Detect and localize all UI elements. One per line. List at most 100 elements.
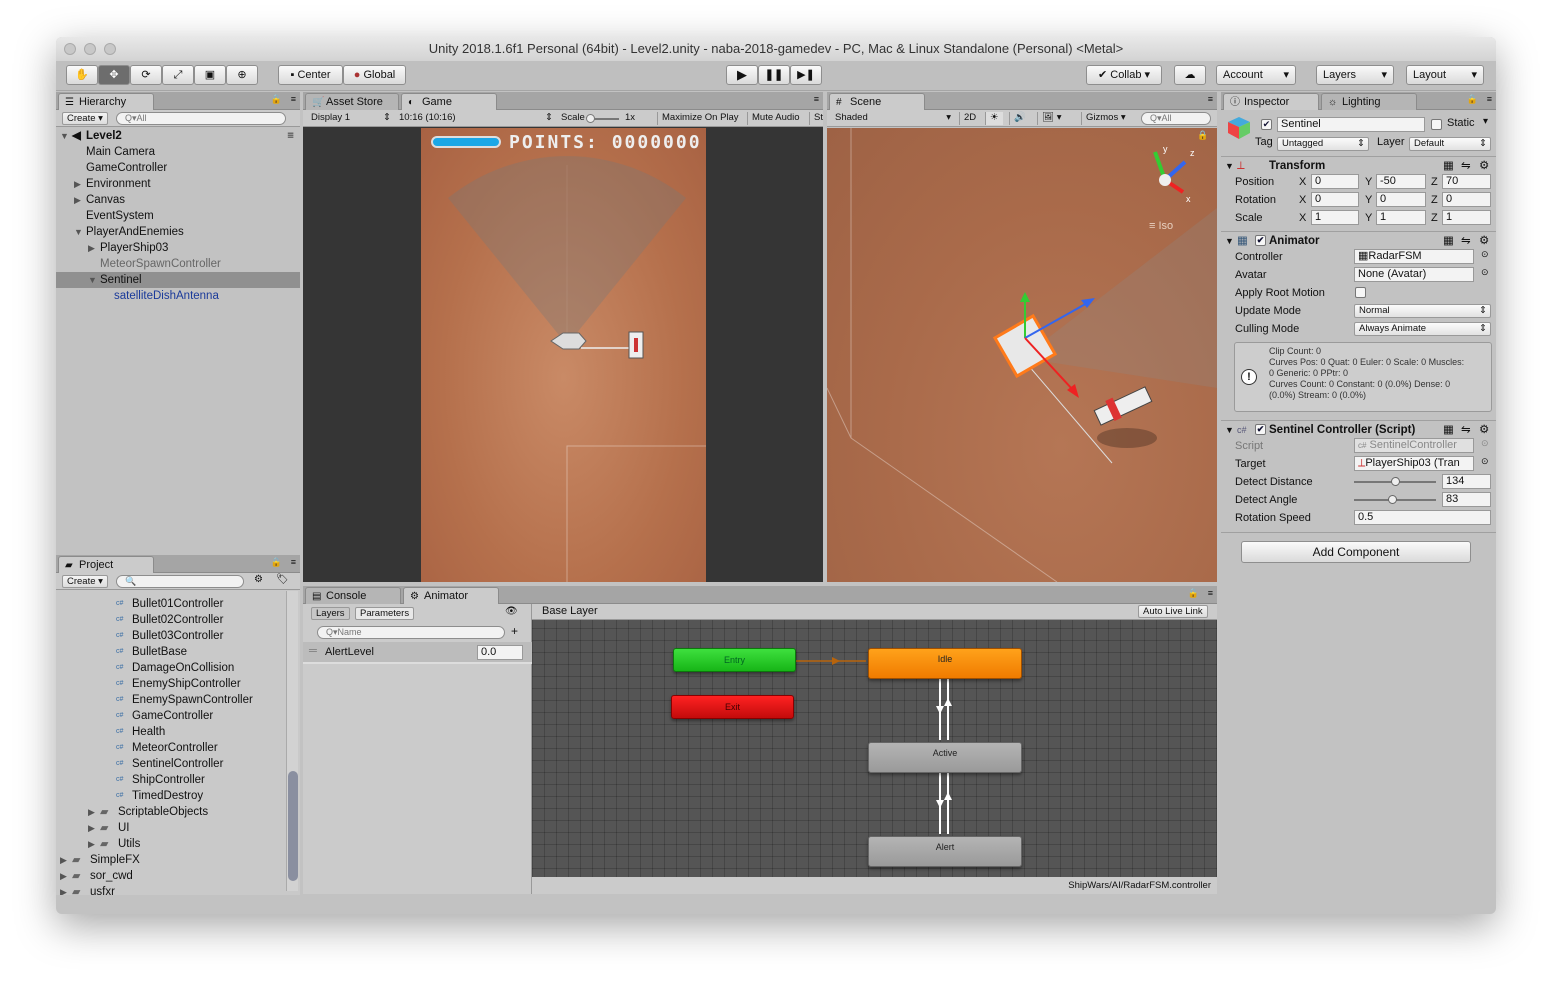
rotate-tool-button[interactable]: ⟳ [130, 65, 162, 85]
panel-menu-icon[interactable]: ≡ [1487, 94, 1492, 104]
list-item[interactable]: ▶ Environment [74, 176, 151, 192]
maximize-on-play-toggle[interactable]: Maximize On Play [657, 112, 743, 125]
list-item[interactable]: MeteorSpawnController [100, 256, 221, 272]
list-item[interactable]: c# Bullet02Controller [116, 612, 223, 628]
scene-search-input[interactable]: Q▾All [1141, 112, 1211, 125]
tab-game[interactable]: ◐ Game [401, 93, 497, 110]
list-item[interactable]: c# SentinelController [116, 756, 223, 772]
collab-dropdown[interactable]: ✔ Collab ▾ [1086, 65, 1162, 85]
tab-console[interactable]: ▤ Console [305, 587, 401, 604]
scale-tool-button[interactable]: ⤢ [162, 65, 194, 85]
list-item[interactable]: ▶ PlayerShip03 [88, 240, 168, 256]
list-item[interactable]: c# ShipController [116, 772, 205, 788]
list-item[interactable]: c# EnemySpawnController [116, 692, 253, 708]
rotation-y-field[interactable]: 0 [1376, 192, 1426, 207]
object-picker-icon[interactable]: ⊙ [1481, 267, 1489, 278]
scene-gizmo-center[interactable] [1159, 174, 1171, 186]
tab-layers[interactable]: Layers [311, 607, 350, 620]
list-item[interactable]: c# MeteorController [116, 740, 218, 756]
position-x-field[interactable]: 0 [1311, 174, 1359, 189]
list-item[interactable]: c# TimedDestroy [116, 788, 203, 804]
animator-graph[interactable]: Base Layer Auto Live Link Entry Exit Idl… [532, 604, 1217, 894]
parameter-row[interactable]: ═ AlertLevel 0.0 [303, 642, 532, 664]
filter-type-icon[interactable]: ⚙ [254, 574, 263, 585]
triangle-down-icon[interactable]: ▼ [88, 272, 97, 288]
help-icon[interactable]: ▦ [1443, 421, 1454, 439]
transform-tool-button[interactable]: ⊕ [226, 65, 258, 85]
list-item[interactable]: Main Camera [86, 144, 155, 160]
gear-icon[interactable]: ⚙ [1479, 157, 1489, 175]
list-item[interactable]: ▶ ▰ ScriptableObjects [88, 804, 208, 820]
triangle-right-icon[interactable]: ▶ [60, 868, 67, 884]
list-item[interactable]: ▶ ▰ Utils [88, 836, 140, 852]
static-checkbox[interactable] [1431, 119, 1442, 130]
triangle-down-icon[interactable]: ▼ [60, 128, 69, 144]
rect-tool-button[interactable]: ▣ [194, 65, 226, 85]
resolution-dropdown[interactable]: 10:16 (10:16) ⇕ [395, 112, 553, 125]
sentinel-controller-header[interactable]: ▼ c# ✔ Sentinel Controller (Script) ▦ ⇋ … [1221, 420, 1496, 438]
triangle-right-icon[interactable]: ▶ [88, 836, 95, 852]
list-item-selected[interactable]: ▼ Sentinel [56, 272, 300, 288]
tab-parameters[interactable]: Parameters [355, 607, 415, 620]
list-item[interactable]: ▶ ▰ usfxr [60, 884, 115, 895]
triangle-down-icon[interactable]: ▼ [1225, 421, 1234, 439]
object-picker-icon[interactable]: ⊙ [1481, 456, 1489, 467]
drag-handle-icon[interactable]: ═ [309, 645, 317, 657]
gear-icon[interactable]: ⚙ [1479, 232, 1489, 250]
scene-menu-icon[interactable]: ≡ [287, 128, 294, 144]
filter-label-icon[interactable]: 🏷 [276, 574, 289, 585]
project-scrollbar[interactable] [286, 591, 298, 891]
layers-dropdown[interactable]: Layers ▾ [1316, 65, 1394, 85]
eye-icon[interactable]: 👁 [505, 606, 518, 617]
move-tool-button[interactable]: ✥ [98, 65, 130, 85]
state-alert[interactable]: Alert [868, 836, 1022, 867]
lock-icon[interactable]: 🔒 [271, 557, 282, 568]
project-search-input[interactable]: 🔍 [116, 575, 244, 588]
slider-thumb[interactable] [1387, 495, 1397, 504]
list-item[interactable]: ▶ ▰ SimpleFX [60, 852, 140, 868]
hand-tool-button[interactable]: ✋ [66, 65, 98, 85]
help-icon[interactable]: ▦ [1443, 157, 1454, 175]
position-z-field[interactable]: 70 [1442, 174, 1491, 189]
display-dropdown[interactable]: Display 1 ⇕ [307, 112, 391, 125]
add-component-button[interactable]: Add Component [1241, 541, 1471, 563]
detect-angle-field[interactable]: 83 [1442, 492, 1491, 507]
panel-menu-icon[interactable]: ≡ [814, 94, 819, 104]
list-item[interactable]: ▶ ▰ sor_cwd [60, 868, 133, 884]
lock-icon[interactable]: 🔒 [271, 94, 282, 105]
triangle-right-icon[interactable]: ▶ [60, 852, 67, 868]
stats-toggle[interactable]: St [809, 112, 823, 125]
triangle-down-icon[interactable]: ▼ [1225, 157, 1234, 175]
triangle-right-icon[interactable]: ▶ [88, 804, 95, 820]
view-mode-toggle[interactable]: ≡ Iso [1149, 220, 1173, 232]
hierarchy-create-dropdown[interactable]: Create ▾ [62, 112, 108, 125]
gameobject-name-field[interactable]: Sentinel [1277, 117, 1425, 132]
parameter-search-input[interactable]: Q▾Name [317, 626, 505, 639]
list-item[interactable]: c# Bullet03Controller [116, 628, 223, 644]
preset-icon[interactable]: ⇋ [1461, 157, 1471, 175]
pause-button[interactable]: ❚❚ [758, 65, 790, 85]
list-item[interactable]: c# BulletBase [116, 644, 187, 660]
scale-z-field[interactable]: 1 [1442, 210, 1491, 225]
tab-animator[interactable]: ⚙ Animator [403, 587, 499, 604]
toggle-2d-button[interactable]: 2D [959, 112, 980, 125]
sentinel-enabled-checkbox[interactable]: ✔ [1255, 424, 1266, 435]
layout-dropdown[interactable]: Layout ▾ [1406, 65, 1484, 85]
panel-menu-icon[interactable]: ≡ [291, 94, 296, 104]
animator-component-header[interactable]: ▼ ▦ ✔ Animator ▦ ⇋ ⚙ [1221, 231, 1496, 249]
lock-icon[interactable]: 🔒 [1467, 94, 1478, 105]
tab-inspector[interactable]: ⓘ Inspector [1223, 93, 1319, 110]
add-parameter-icon[interactable]: + [511, 624, 518, 638]
controller-field[interactable]: ▦RadarFSM [1354, 249, 1474, 264]
tab-project[interactable]: ▰ Project [58, 556, 154, 573]
apply-root-motion-checkbox[interactable] [1355, 287, 1366, 298]
play-button[interactable]: ▶ [726, 65, 758, 85]
hierarchy-search-input[interactable]: Q▾All [116, 112, 286, 125]
culling-mode-dropdown[interactable]: Always Animate ⇕ [1354, 322, 1491, 336]
avatar-field[interactable]: None (Avatar) [1354, 267, 1474, 282]
game-viewport[interactable]: POINTS: 0000000 [421, 128, 706, 582]
transform-header[interactable]: ▼ ⟂ Transform ▦ ⇋ ⚙ [1221, 156, 1496, 174]
step-button[interactable]: ▶❚ [790, 65, 822, 85]
gear-icon[interactable]: ⚙ [1479, 421, 1489, 439]
list-item[interactable]: GameController [86, 160, 167, 176]
